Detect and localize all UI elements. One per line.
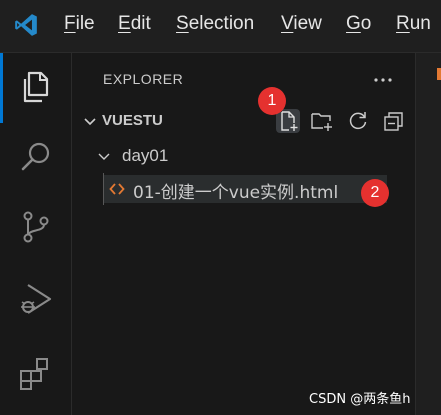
collapse-all-icon xyxy=(384,112,403,131)
explorer-title: EXPLORER xyxy=(103,71,184,87)
explorer-sidebar: EXPLORER VUESTU day01 01-创建一个vue实例.html xyxy=(72,53,415,415)
editor-tab-icon xyxy=(437,68,441,80)
run-debug-icon[interactable] xyxy=(16,279,56,319)
annotation-badge-1: 1 xyxy=(258,87,286,115)
file-row[interactable]: 01-创建一个vue实例.html xyxy=(103,175,387,203)
search-icon[interactable] xyxy=(16,137,56,177)
refresh-button[interactable] xyxy=(346,109,370,133)
menu-file[interactable]: File xyxy=(64,13,95,35)
more-actions-icon[interactable] xyxy=(371,70,395,90)
collapse-all-button[interactable] xyxy=(382,109,406,133)
folder-row-day01[interactable]: day01 xyxy=(72,144,415,170)
editor-area xyxy=(415,53,441,415)
new-folder-button[interactable] xyxy=(310,109,334,133)
menu-selection[interactable]: Selection xyxy=(176,13,254,35)
workspace-root-label: VUESTU xyxy=(102,112,163,129)
html-file-icon xyxy=(109,183,125,195)
menu-run[interactable]: Run xyxy=(396,13,431,35)
menu-view[interactable]: View xyxy=(281,13,322,35)
refresh-icon xyxy=(349,112,367,130)
explorer-icon[interactable] xyxy=(16,67,56,107)
folder-label: day01 xyxy=(122,146,169,165)
annotation-badge-2: 2 xyxy=(361,179,389,207)
extensions-icon[interactable] xyxy=(16,353,56,393)
active-indicator xyxy=(0,53,3,123)
activity-bar xyxy=(0,53,72,415)
new-folder-icon xyxy=(311,113,332,131)
chevron-down-icon xyxy=(84,118,96,126)
vscode-logo-icon xyxy=(15,14,37,36)
source-control-icon[interactable] xyxy=(16,207,56,247)
watermark: CSDN @两条鱼h xyxy=(309,392,411,407)
menu-bar: File Edit Selection View Go Run xyxy=(0,0,441,53)
indent-guide xyxy=(103,173,104,205)
chevron-down-icon xyxy=(98,153,110,160)
file-label: 01-创建一个vue实例.html xyxy=(133,183,339,203)
menu-edit[interactable]: Edit xyxy=(118,13,151,35)
menu-go[interactable]: Go xyxy=(346,13,371,35)
